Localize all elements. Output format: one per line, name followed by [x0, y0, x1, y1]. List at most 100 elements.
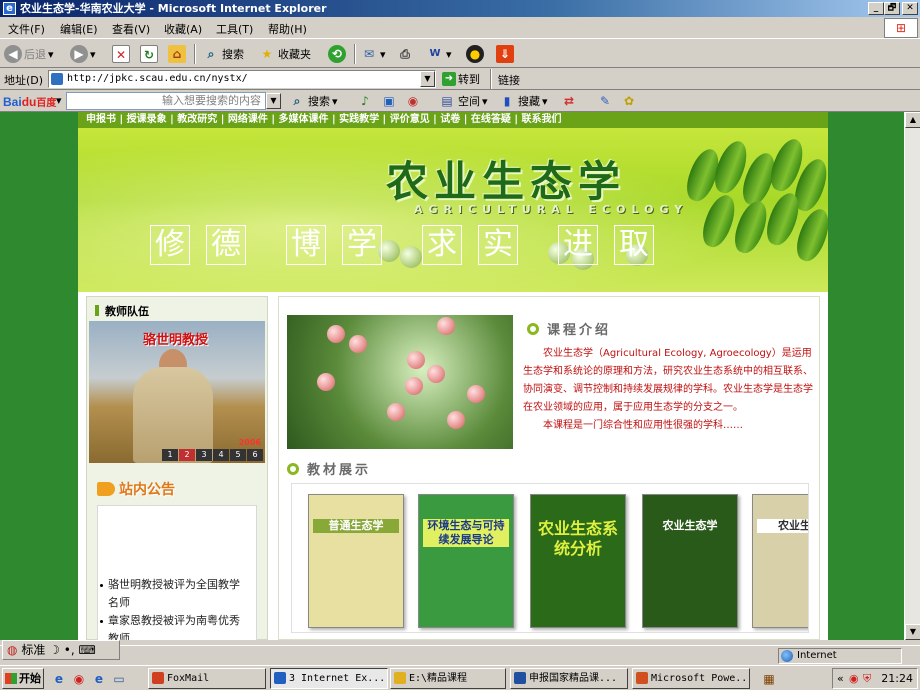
space-dropdown-icon[interactable]: ▾	[482, 95, 488, 108]
history-icon: ⟲	[328, 45, 346, 63]
forward-dropdown-icon[interactable]: ▾	[90, 48, 96, 61]
qq-button[interactable]: ●	[466, 43, 484, 65]
music-icon[interactable]: ♪	[356, 92, 374, 110]
menu-help[interactable]: 帮助(H)	[268, 21, 307, 37]
back-arrow-icon: ◀	[4, 45, 22, 63]
slide-page-button[interactable]: 1	[162, 449, 178, 461]
baidu-search-options-icon[interactable]: ▾	[332, 95, 338, 108]
quicklaunch-weibo-icon[interactable]: ◉	[70, 670, 88, 688]
address-url[interactable]: http://jpkc.scau.edu.cn/nystx/	[67, 73, 248, 84]
taskbar-button-explorer[interactable]: E:\精品课程	[390, 668, 506, 689]
book-cover[interactable]: 普通生态学	[308, 494, 404, 628]
restore-button[interactable]: 🗗	[884, 2, 900, 15]
slide-page-button[interactable]: 3	[196, 449, 212, 461]
menu-tools[interactable]: 工具(T)	[216, 21, 253, 37]
punctuation-icon[interactable]: •,	[64, 643, 75, 657]
intro-paragraph: 农业生态学（Agricultural Ecology, Agroecology）…	[523, 348, 813, 413]
site-nav[interactable]: 申报书 | 授课录象 | 教改研究 | 网络课件 | 多媒体课件 | 实践教学 …	[78, 112, 828, 128]
download-button[interactable]: ⇓	[496, 43, 514, 65]
address-label: 地址(D)	[4, 74, 44, 87]
motto-char: 学	[342, 225, 382, 265]
image-icon[interactable]: ▣	[380, 92, 398, 110]
stop-button[interactable]: ✕	[112, 43, 130, 65]
tray-expand-icon[interactable]: «	[837, 669, 844, 688]
highlight-icon[interactable]: ✎	[596, 92, 614, 110]
motto-char: 取	[614, 225, 654, 265]
teacher-photo-slideshow[interactable]: 骆世明教授 2006 1 2 3 4 5 6	[89, 321, 265, 463]
history-button[interactable]: ⟲	[328, 43, 346, 65]
settings-icon[interactable]: ✿	[620, 92, 638, 110]
scroll-down-icon[interactable]: ▼	[905, 624, 920, 640]
clock[interactable]: 21:24	[881, 669, 913, 688]
slide-page-button[interactable]: 6	[247, 449, 263, 461]
address-input[interactable]: http://jpkc.scau.edu.cn/nystx/	[48, 70, 436, 88]
taskbar-button-foxmail[interactable]: FoxMail	[148, 668, 266, 689]
slide-page-button[interactable]: 5	[230, 449, 246, 461]
favorites-button[interactable]: ★ 收藏夹	[258, 43, 311, 65]
minimize-button[interactable]: _	[868, 2, 884, 15]
taskbar-button-powerpoint[interactable]: Microsoft Powe...	[632, 668, 750, 689]
menu-edit[interactable]: 编辑(E)	[60, 21, 98, 37]
space-icon: ▤	[441, 94, 453, 108]
notice-text[interactable]: 骆世明教授被评为全国教学名师	[108, 578, 240, 609]
book-cover[interactable]: 农业生态	[752, 494, 808, 628]
slide-page-button[interactable]: 4	[213, 449, 229, 461]
book-cover[interactable]: 环境生态与可持续发展导论	[418, 494, 514, 628]
baidu-collect-button[interactable]: ▮ 搜藏 ▾	[498, 90, 548, 112]
print-button[interactable]: ⎙	[396, 43, 414, 65]
back-dropdown-icon[interactable]: ▾	[48, 48, 54, 61]
baidu-menu-dropdown-icon[interactable]: ▾	[56, 94, 62, 107]
close-button[interactable]: ✕	[902, 2, 918, 15]
tieba-icon[interactable]: ◉	[404, 92, 422, 110]
address-dropdown-icon[interactable]: ▼	[420, 71, 435, 87]
links-button[interactable]: 链接	[498, 72, 520, 88]
go-button[interactable]: ➜ 转到	[442, 68, 480, 90]
motto-char: 修	[150, 225, 190, 265]
baidu-search-input[interactable]: 输入想要搜索的内容	[66, 92, 266, 110]
menu-file[interactable]: 文件(F)	[8, 21, 45, 37]
tray-weibo-icon[interactable]: ◉	[849, 669, 859, 688]
vertical-scrollbar[interactable]: ▲ ▼	[904, 112, 920, 640]
forward-button[interactable]: ▶ ▾	[70, 43, 96, 65]
baidu-space-button[interactable]: ▤ 空间 ▾	[438, 90, 488, 112]
quicklaunch-ie-icon[interactable]: e	[50, 670, 68, 688]
ie-app-icon[interactable]: e	[3, 2, 16, 15]
baidu-search-button[interactable]: ⌕ 搜索 ▾	[288, 90, 338, 112]
baidu-search-dropdown-icon[interactable]: ▼	[266, 93, 281, 109]
back-button[interactable]: ◀ 后退 ▾	[4, 43, 54, 65]
ime-icon[interactable]: ◍	[7, 643, 17, 657]
menu-favorites[interactable]: 收藏(A)	[164, 21, 202, 37]
mail-button[interactable]: ✉ ▾	[360, 43, 386, 65]
quicklaunch-desktop-icon[interactable]: ▭	[110, 670, 128, 688]
ime-mode-label[interactable]: 标准	[21, 643, 45, 657]
notice-item[interactable]: 章家恩教授被评为南粤优秀教师	[100, 612, 248, 640]
scroll-up-icon[interactable]: ▲	[905, 112, 920, 128]
baidu-search-label: 搜索	[308, 95, 330, 108]
tray-antivirus-icon[interactable]: ⛨	[863, 669, 871, 688]
mail-dropdown-icon[interactable]: ▾	[380, 48, 386, 61]
windows-flag-icon: ⊞	[884, 18, 918, 38]
edit-button[interactable]: W ▾	[426, 43, 452, 65]
quicklaunch-browser-icon[interactable]: e	[90, 670, 108, 688]
keyboard-icon[interactable]: ⌨	[78, 643, 95, 657]
baidu-logo[interactable]: Baidu百度	[3, 94, 56, 109]
book-cover[interactable]: 农业生态学	[642, 494, 738, 628]
language-bar[interactable]: ◍ 标准 ☽ •, ⌨	[2, 640, 120, 660]
taskbar-button-ie[interactable]: 3 Internet Ex...	[270, 668, 388, 689]
refresh-button[interactable]: ↻	[140, 43, 158, 65]
notice-text[interactable]: 章家恩教授被评为南粤优秀教师	[108, 614, 240, 640]
download-icon: ⇓	[496, 45, 514, 63]
start-button[interactable]: 开始	[2, 668, 44, 689]
edit-dropdown-icon[interactable]: ▾	[446, 48, 452, 61]
taskbar-extra-icon[interactable]: ▦	[760, 670, 778, 688]
home-button[interactable]: ⌂	[168, 43, 186, 65]
taskbar-button-word[interactable]: 申报国家精品课...	[510, 668, 628, 689]
search-button[interactable]: ⌕ 搜索	[202, 43, 244, 65]
collect-dropdown-icon[interactable]: ▾	[542, 95, 548, 108]
book-cover[interactable]: 农业生态系统分析	[530, 494, 626, 628]
slide-page-button[interactable]: 2	[179, 449, 195, 461]
translate-icon[interactable]: ⇄	[560, 92, 578, 110]
menu-view[interactable]: 查看(V)	[112, 21, 150, 37]
notice-item[interactable]: 骆世明教授被评为全国教学名师	[100, 576, 248, 612]
moon-icon[interactable]: ☽	[49, 643, 60, 657]
